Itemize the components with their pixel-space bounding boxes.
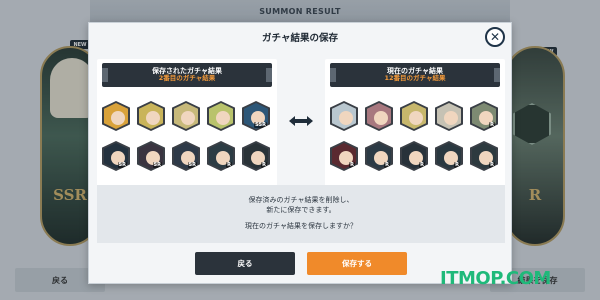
character-unit-icon: R	[470, 141, 498, 171]
message-line-2: 新たに保存できます。	[266, 205, 336, 214]
unit-rarity-mark: R	[226, 162, 232, 168]
character-unit-icon	[137, 101, 165, 131]
character-unit-icon: R	[330, 141, 358, 171]
character-unit-icon: R	[207, 141, 235, 171]
save-gacha-result-dialog: ガチャ結果の保存 ✕ 保存されたガチャ結果 2番目のガチャ結果 SSR SR SR S…	[88, 22, 512, 284]
unit-rarity-mark: R	[419, 162, 425, 168]
unit-rarity-mark: R	[489, 122, 495, 128]
unit-portrait	[104, 103, 128, 129]
unit-face	[216, 111, 230, 125]
unit-portrait	[402, 103, 426, 129]
character-unit-icon: R	[242, 141, 270, 171]
confirm-question: 現在のガチャ結果を保存しますか？	[245, 222, 357, 231]
unit-rarity-mark: R	[349, 162, 355, 168]
unit-portrait	[139, 103, 163, 129]
unit-rarity-mark: R	[454, 162, 460, 168]
watermark: ITMOP.COM	[440, 268, 551, 289]
saved-result-subtitle: 2番目のガチャ結果	[158, 74, 216, 83]
character-unit-icon	[172, 101, 200, 131]
character-unit-icon: SR	[172, 141, 200, 171]
unit-face	[111, 111, 125, 125]
unit-face	[181, 111, 195, 125]
unit-rarity-mark: SR	[187, 162, 197, 168]
back-button[interactable]: 戻る	[195, 252, 295, 275]
unit-rarity-mark: R	[489, 162, 495, 168]
saved-result-header: 保存されたガチャ結果 2番目のガチャ結果	[102, 63, 272, 87]
unit-face	[444, 111, 458, 125]
save-button[interactable]: 保存する	[307, 252, 407, 275]
dialog-title: ガチャ結果の保存	[262, 33, 338, 44]
character-unit-icon: SR	[137, 141, 165, 171]
unit-face	[339, 111, 353, 125]
close-icon[interactable]: ✕	[485, 27, 505, 47]
unit-rarity-mark: SR	[152, 162, 162, 168]
unit-face	[374, 111, 388, 125]
unit-face	[146, 111, 160, 125]
unit-portrait	[174, 103, 198, 129]
character-unit-icon	[435, 101, 463, 131]
unit-rarity-mark: SSR	[254, 122, 267, 128]
unit-face	[409, 111, 423, 125]
saved-result-panel: 保存されたガチャ結果 2番目のガチャ結果 SSR SR SR SR R R	[97, 59, 277, 201]
character-unit-icon	[330, 101, 358, 131]
current-result-header: 現在のガチャ結果 12番目のガチャ結果	[330, 63, 500, 87]
character-unit-icon	[207, 101, 235, 131]
character-unit-icon: R	[435, 141, 463, 171]
unit-portrait	[332, 103, 356, 129]
message-line-1: 保存済みのガチャ結果を削除し、	[248, 196, 354, 205]
saved-units-grid: SSR SR SR SR R R	[102, 101, 272, 171]
character-unit-icon	[400, 101, 428, 131]
unit-portrait	[437, 103, 461, 129]
unit-rarity-mark: R	[261, 162, 267, 168]
character-unit-icon: R	[400, 141, 428, 171]
unit-portrait	[209, 103, 233, 129]
character-unit-icon	[365, 101, 393, 131]
current-units-grid: R R R R R R	[330, 101, 500, 171]
unit-rarity-mark: SR	[117, 162, 127, 168]
character-unit-icon: SR	[102, 141, 130, 171]
character-unit-icon: R	[365, 141, 393, 171]
character-unit-icon: R	[470, 101, 498, 131]
swap-arrows-icon	[286, 113, 316, 129]
character-unit-icon: SSR	[242, 101, 270, 131]
unit-portrait	[367, 103, 391, 129]
unit-rarity-mark: R	[384, 162, 390, 168]
current-result-subtitle: 12番目のガチャ結果	[384, 74, 446, 83]
dialog-header: ガチャ結果の保存	[89, 23, 511, 51]
current-result-panel: 現在のガチャ結果 12番目のガチャ結果 R R R R R R	[325, 59, 505, 201]
character-unit-icon	[102, 101, 130, 131]
message-area: 保存済みのガチャ結果を削除し、 新たに保存できます。 現在のガチャ結果を保存しま…	[97, 185, 505, 243]
